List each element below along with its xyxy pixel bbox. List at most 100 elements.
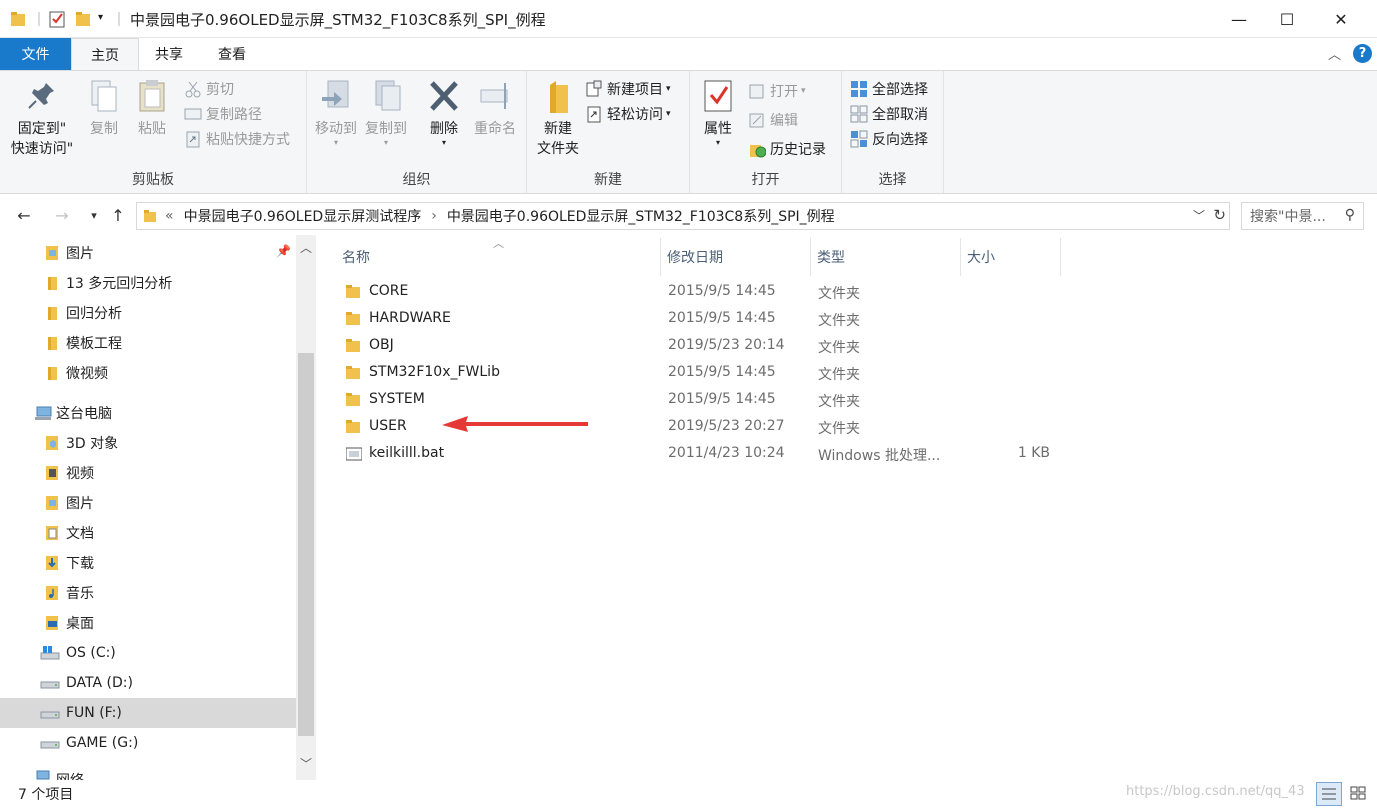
nav-item-label: 图片 bbox=[66, 246, 94, 262]
nav-item-drive-f[interactable]: FUN (F:) bbox=[0, 698, 296, 728]
scroll-down-icon[interactable]: ﹀ bbox=[300, 755, 312, 772]
tab-home[interactable]: 主页 bbox=[71, 38, 139, 71]
pin-icon[interactable]: 📌 bbox=[276, 244, 291, 258]
nav-item-pictures[interactable]: 图片 bbox=[0, 488, 296, 518]
file-row[interactable]: keilkilll.bat 2011/4/23 10:24 Windows 批处… bbox=[340, 441, 1060, 468]
file-row[interactable]: SYSTEM 2015/9/5 14:45 文件夹 bbox=[340, 387, 1060, 414]
file-row[interactable]: HARDWARE 2015/9/5 14:45 文件夹 bbox=[340, 306, 1060, 333]
invert-selection-button[interactable]: 反向选择 bbox=[850, 127, 928, 151]
column-header-date[interactable]: 修改日期 bbox=[661, 238, 811, 276]
scroll-up-icon[interactable]: ︿ bbox=[300, 239, 312, 256]
copy-to-button[interactable]: 复制到 ▾ bbox=[363, 77, 409, 147]
minimize-button[interactable]: — bbox=[1216, 0, 1262, 38]
close-button[interactable]: ✕ bbox=[1318, 0, 1364, 38]
new-folder-quick-icon[interactable] bbox=[74, 9, 92, 29]
breadcrumb-parent[interactable]: 中景园电子0.96OLED显示屏测试程序 bbox=[184, 206, 422, 226]
new-folder-button[interactable]: 新建 文件夹 bbox=[531, 77, 585, 159]
file-row[interactable]: STM32F10x_FWLib 2015/9/5 14:45 文件夹 bbox=[340, 360, 1060, 387]
open-button[interactable]: 打开 ▾ bbox=[748, 79, 806, 103]
easy-access-button[interactable]: 轻松访问 ▾ bbox=[585, 102, 671, 126]
properties-quick-icon[interactable] bbox=[48, 9, 66, 29]
address-bar[interactable]: « 中景园电子0.96OLED显示屏测试程序 › 中景园电子0.96OLED显示… bbox=[136, 202, 1230, 230]
select-group-label: 选择 bbox=[878, 172, 907, 188]
nav-item-drive-d[interactable]: DATA (D:) bbox=[0, 668, 296, 698]
rename-button[interactable]: 重命名 bbox=[469, 77, 521, 139]
back-arrow-icon[interactable]: ← bbox=[12, 203, 36, 227]
details-view-icon[interactable] bbox=[1316, 782, 1342, 806]
copy-path-icon bbox=[184, 105, 202, 123]
pin-quick-access-button[interactable]: 固定到" 快速访问" bbox=[8, 77, 76, 159]
column-header-name[interactable]: 名称 bbox=[336, 238, 661, 276]
search-box[interactable]: 搜索"中景... ⚲ bbox=[1241, 202, 1364, 230]
new-group-label: 新建 bbox=[594, 172, 622, 188]
tab-view[interactable]: 查看 bbox=[199, 38, 265, 70]
refresh-icon[interactable]: ↻ bbox=[1213, 206, 1226, 224]
clipboard-group-label: 剪贴板 bbox=[132, 172, 174, 188]
tab-share[interactable]: 共享 bbox=[139, 38, 199, 70]
breadcrumb-current[interactable]: 中景园电子0.96OLED显示屏_STM32_F103C8系列_SPI_例程 bbox=[447, 206, 835, 226]
nav-item-desktop[interactable]: 桌面 bbox=[0, 608, 296, 638]
watermark-text: https://blog.csdn.net/qq_43 bbox=[1126, 784, 1305, 799]
folder-icon bbox=[346, 339, 360, 352]
nav-item-drive-c[interactable]: OS (C:) bbox=[0, 638, 296, 668]
nav-item-music[interactable]: 音乐 bbox=[0, 578, 296, 608]
address-dropdown-icon[interactable]: ﹀ bbox=[1193, 207, 1205, 224]
customize-toolbar-icon[interactable]: ▾ bbox=[98, 12, 103, 32]
properties-button[interactable]: 属性 ▾ bbox=[698, 77, 738, 147]
folder-icon bbox=[346, 312, 360, 325]
recent-locations-icon[interactable]: ▾ bbox=[82, 203, 106, 227]
drive-icon bbox=[40, 735, 60, 751]
column-header-size[interactable]: 大小 bbox=[961, 238, 1061, 276]
select-none-button[interactable]: 全部取消 bbox=[850, 102, 928, 126]
scrollbar-thumb[interactable] bbox=[298, 353, 314, 736]
organize-group: 移动到 ▾ 复制到 ▾ 删除 ▾ 重命名 组织 bbox=[307, 71, 527, 193]
maximize-button[interactable]: ☐ bbox=[1264, 0, 1310, 38]
nav-item-videos[interactable]: 视频 bbox=[0, 458, 296, 488]
copy-button[interactable]: 复制 bbox=[84, 77, 124, 139]
nav-item-this-pc[interactable]: 这台电脑 bbox=[0, 398, 296, 428]
breadcrumb-separator[interactable]: › bbox=[431, 208, 437, 224]
file-row[interactable]: OBJ 2019/5/23 20:14 文件夹 bbox=[340, 333, 1060, 360]
paste-shortcut-button[interactable]: 粘贴快捷方式 bbox=[184, 127, 290, 151]
move-to-button[interactable]: 移动到 ▾ bbox=[313, 77, 359, 147]
nav-item-regression-13[interactable]: 13 多元回归分析 bbox=[0, 268, 296, 298]
copy-path-label: 复制路径 bbox=[206, 107, 262, 123]
paste-button[interactable]: 粘贴 bbox=[132, 77, 172, 139]
help-icon[interactable]: ? bbox=[1353, 44, 1372, 63]
column-header-type[interactable]: 类型 bbox=[811, 238, 961, 276]
collapse-ribbon-icon[interactable]: ︿ bbox=[1328, 44, 1341, 63]
cut-button[interactable]: 剪切 bbox=[184, 77, 234, 101]
paste-label: 粘贴 bbox=[138, 121, 166, 137]
nav-item-pictures-pinned[interactable]: 图片 📌 bbox=[0, 238, 296, 268]
tab-file[interactable]: 文件 bbox=[0, 38, 71, 70]
new-item-button[interactable]: 新建项目 ▾ bbox=[585, 77, 671, 101]
folder-icon bbox=[44, 305, 60, 321]
up-arrow-icon[interactable]: ↑ bbox=[106, 203, 130, 227]
videos-icon bbox=[44, 465, 60, 481]
nav-item-label: 下载 bbox=[66, 556, 94, 572]
nav-item-label: 模板工程 bbox=[66, 336, 122, 352]
nav-item-regression[interactable]: 回归分析 bbox=[0, 298, 296, 328]
large-icons-view-icon[interactable] bbox=[1346, 782, 1372, 806]
address-overflow[interactable]: « bbox=[165, 208, 174, 224]
nav-item-documents[interactable]: 文档 bbox=[0, 518, 296, 548]
nav-scrollbar[interactable]: ︿ ﹀ bbox=[296, 235, 316, 780]
edit-icon bbox=[748, 111, 766, 129]
edit-button[interactable]: 编辑 bbox=[748, 108, 798, 132]
file-row[interactable]: CORE 2015/9/5 14:45 文件夹 bbox=[340, 279, 1060, 306]
copy-path-button[interactable]: 复制路径 bbox=[184, 102, 262, 126]
folder-icon bbox=[346, 285, 360, 298]
delete-button[interactable]: 删除 ▾ bbox=[423, 77, 465, 147]
nav-item-network[interactable]: 网络 bbox=[0, 765, 296, 780]
history-icon bbox=[748, 140, 767, 158]
nav-item-drive-g[interactable]: GAME (G:) bbox=[0, 728, 296, 758]
nav-item-template[interactable]: 模板工程 bbox=[0, 328, 296, 358]
nav-item-downloads[interactable]: 下载 bbox=[0, 548, 296, 578]
nav-item-3d-objects[interactable]: 3D 对象 bbox=[0, 428, 296, 458]
forward-arrow-icon[interactable]: → bbox=[50, 203, 74, 227]
pin-label-line1: 固定到" bbox=[17, 121, 67, 137]
folder-icon bbox=[346, 366, 360, 379]
select-all-button[interactable]: 全部选择 bbox=[850, 77, 928, 101]
nav-item-micro-video[interactable]: 微视频 bbox=[0, 358, 296, 388]
history-button[interactable]: 历史记录 bbox=[748, 137, 826, 161]
